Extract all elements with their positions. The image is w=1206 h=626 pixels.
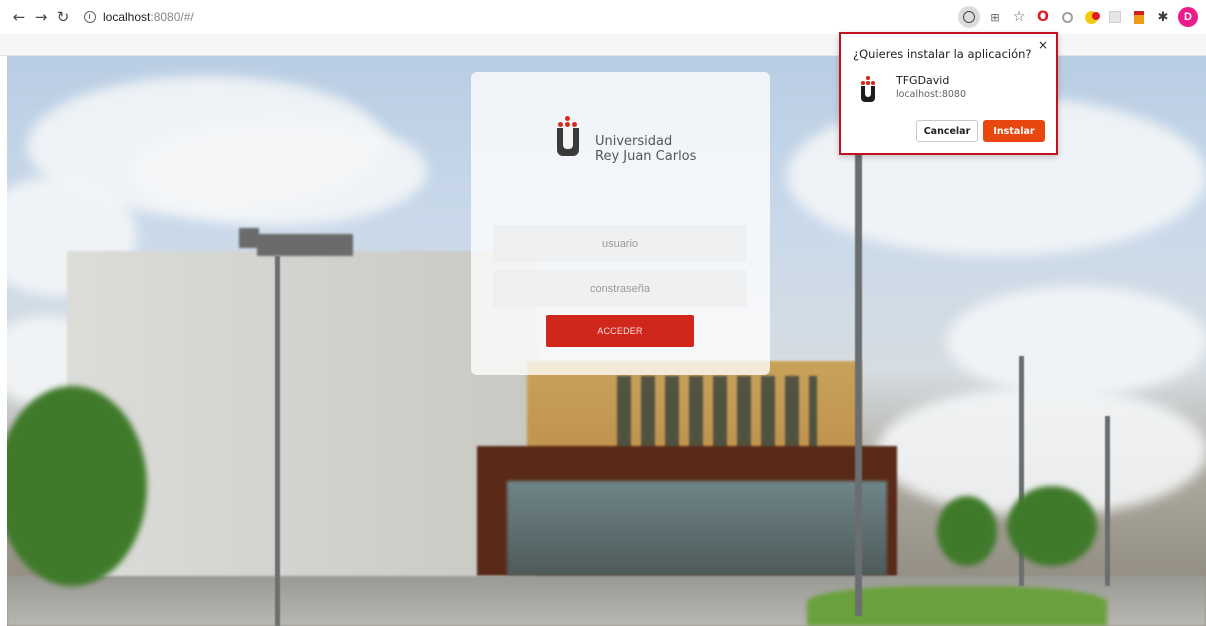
app-name: TFGDavid	[896, 74, 950, 87]
toolbar-actions: ⊞ ☆ O ✱ D	[958, 6, 1198, 28]
app-origin: localhost:8080	[896, 89, 967, 100]
urjc-logo-icon	[557, 116, 581, 156]
browser-toolbar: ← → ↻ localhost:8080/#/ ⊞ ☆ O ✱ D	[0, 0, 1206, 34]
circle-extension-icon[interactable]	[1058, 8, 1076, 26]
username-input[interactable]: usuario	[493, 225, 747, 262]
info-icon[interactable]	[84, 11, 96, 23]
university-logo: Universidad Rey Juan Carlos	[557, 116, 696, 164]
translate-icon[interactable]: ⊞	[986, 8, 1004, 26]
close-icon[interactable]: ×	[1038, 38, 1048, 52]
login-button[interactable]: ACCEDER	[546, 315, 694, 347]
url-path: :8080/#/	[150, 10, 194, 24]
install-app-dialog: ¿Quieres instalar la aplicación? × TFGDa…	[839, 32, 1058, 155]
arrow-left-icon: ←	[12, 8, 26, 26]
password-input[interactable]: constraseña	[493, 270, 747, 307]
logo-text: Universidad Rey Juan Carlos	[595, 134, 696, 164]
forward-button[interactable]: →	[30, 6, 52, 28]
install-app-icon[interactable]	[958, 6, 980, 28]
app-summary: TFGDavid localhost:8080	[861, 74, 966, 102]
username-placeholder: usuario	[601, 237, 639, 250]
blank-extension-icon[interactable]	[1106, 8, 1124, 26]
star-icon[interactable]: ☆	[1010, 8, 1028, 26]
reload-icon: ↻	[56, 8, 70, 26]
back-button[interactable]: ←	[8, 6, 30, 28]
address-bar[interactable]: localhost:8080/#/	[84, 6, 194, 28]
puzzle-icon[interactable]: ✱	[1154, 8, 1172, 26]
url-host: localhost	[103, 10, 151, 24]
login-card: Universidad Rey Juan Carlos usuario cons…	[471, 72, 770, 375]
password-placeholder: constraseña	[590, 282, 650, 295]
dark-mode-extension-icon[interactable]	[1082, 8, 1100, 26]
app-logo-icon	[861, 76, 877, 102]
install-button[interactable]: Instalar	[983, 120, 1045, 142]
reload-button[interactable]: ↻	[52, 6, 74, 28]
logo-line-1: Universidad	[595, 134, 673, 149]
arrow-right-icon: →	[34, 8, 48, 26]
profile-avatar[interactable]: D	[1178, 7, 1198, 27]
logo-line-2: Rey Juan Carlos	[595, 149, 697, 164]
cancel-button[interactable]: Cancelar	[916, 120, 978, 142]
box-extension-icon[interactable]	[1130, 8, 1148, 26]
dialog-title: ¿Quieres instalar la aplicación?	[853, 47, 1032, 61]
opera-extension-icon[interactable]: O	[1034, 8, 1052, 26]
